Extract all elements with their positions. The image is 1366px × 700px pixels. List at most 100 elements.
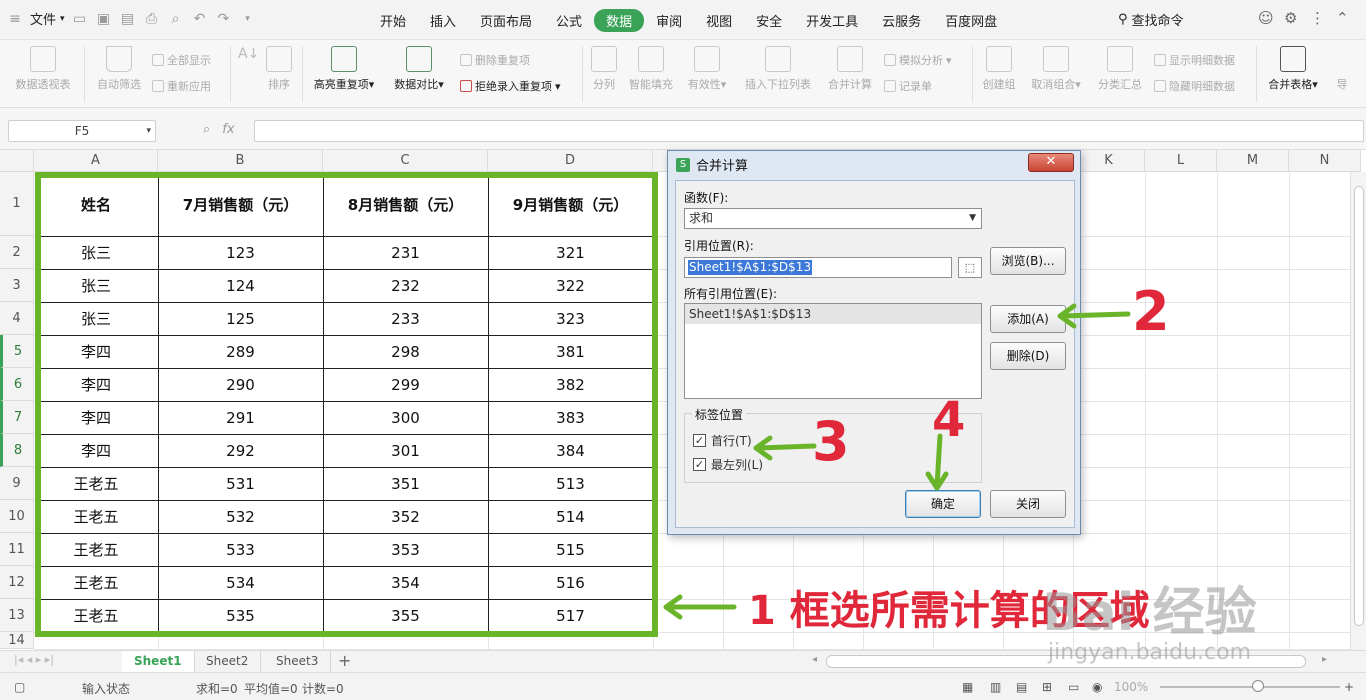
- scroll-right-icon[interactable]: ▸: [1322, 654, 1327, 665]
- range-picker-button[interactable]: ⬚: [958, 257, 982, 278]
- delete-button[interactable]: 删除(D): [990, 342, 1066, 370]
- zoom-slider[interactable]: [1160, 686, 1340, 688]
- tab-view[interactable]: 视图: [694, 9, 744, 32]
- tab-insert[interactable]: 插入: [418, 9, 468, 32]
- sort-ascending-button[interactable]: A↓: [238, 46, 259, 62]
- close-button[interactable]: 关闭: [990, 490, 1066, 518]
- reading-view-icon[interactable]: ▥: [990, 680, 1001, 694]
- tab-review[interactable]: 审阅: [644, 9, 694, 32]
- select-all-corner[interactable]: [0, 150, 34, 172]
- data-compare-button[interactable]: 数据对比▾: [388, 46, 450, 92]
- pdf-icon[interactable]: ▤: [119, 10, 137, 28]
- column-header-n[interactable]: N: [1289, 150, 1361, 172]
- tab-baidu-disk[interactable]: 百度网盘: [933, 9, 1009, 32]
- zoom-slider-knob[interactable]: [1252, 680, 1264, 692]
- show-all-button[interactable]: 全部显示: [152, 52, 211, 68]
- fullscreen-icon[interactable]: ▭: [1068, 680, 1079, 694]
- collapse-icon[interactable]: ⌃: [1336, 9, 1349, 27]
- record-button[interactable]: 记录单: [884, 78, 932, 94]
- tab-security[interactable]: 安全: [744, 9, 794, 32]
- column-header-c[interactable]: C: [323, 150, 488, 172]
- zoom-icon[interactable]: ⌕: [203, 122, 210, 137]
- open-folder-icon[interactable]: ▭: [71, 10, 89, 28]
- hide-detail-button[interactable]: 隐藏明细数据: [1154, 78, 1235, 94]
- row-header-10[interactable]: 10: [0, 500, 34, 533]
- smart-fill-button[interactable]: 智能填充: [626, 46, 676, 92]
- browse-button[interactable]: 浏览(B)...: [990, 247, 1066, 275]
- freeze-icon[interactable]: ⊞: [1042, 680, 1052, 694]
- row-header-6[interactable]: 6: [0, 368, 34, 401]
- highlight-duplicates-button[interactable]: 高亮重复项▾: [308, 46, 380, 92]
- column-header-k[interactable]: K: [1073, 150, 1145, 172]
- redo-icon[interactable]: ↷: [215, 10, 233, 28]
- menu-icon[interactable]: ≡: [6, 10, 24, 28]
- row-header-7[interactable]: 7: [0, 401, 34, 434]
- sort-button[interactable]: 排序: [262, 46, 296, 92]
- reference-input[interactable]: Sheet1!$A$1:$D$13: [684, 257, 952, 278]
- autofilter-button[interactable]: 自动筛选: [92, 46, 146, 92]
- column-header-b[interactable]: B: [158, 150, 323, 172]
- pivot-table-button[interactable]: 数据透视表: [10, 46, 76, 92]
- row-header-3[interactable]: 3: [0, 269, 34, 302]
- tab-cloud[interactable]: 云服务: [870, 9, 933, 32]
- command-search[interactable]: ⚲ 查找命令: [1118, 10, 1184, 29]
- column-header-m[interactable]: M: [1217, 150, 1289, 172]
- simulate-button[interactable]: 模拟分析 ▾: [884, 52, 952, 68]
- consolidate-button[interactable]: 合并计算: [824, 46, 876, 92]
- row-header-1[interactable]: 1: [0, 172, 34, 236]
- list-item[interactable]: Sheet1!$A$1:$D$13: [685, 304, 981, 324]
- vertical-scrollbar[interactable]: [1350, 172, 1366, 650]
- zoom-level[interactable]: 100%: [1114, 680, 1148, 694]
- remove-duplicates-button[interactable]: 删除重复项: [460, 52, 530, 68]
- row-header-8[interactable]: 8: [0, 434, 34, 467]
- show-detail-button[interactable]: 显示明细数据: [1154, 52, 1235, 68]
- tab-page-layout[interactable]: 页面布局: [468, 9, 544, 32]
- merge-table-button[interactable]: 合并表格▾: [1262, 46, 1324, 92]
- print-preview-icon[interactable]: ⌕: [167, 10, 185, 28]
- normal-view-icon[interactable]: ▦: [962, 680, 973, 694]
- row-header-11[interactable]: 11: [0, 533, 34, 566]
- reject-duplicates-button[interactable]: 拒绝录入重复项 ▾: [460, 78, 561, 94]
- add-sheet-icon[interactable]: +: [338, 651, 351, 670]
- row-header-5[interactable]: 5: [0, 335, 34, 368]
- sheet-tab-1[interactable]: Sheet1: [122, 651, 195, 672]
- reapply-button[interactable]: 重新应用: [152, 78, 211, 94]
- row-header-9[interactable]: 9: [0, 467, 34, 500]
- file-menu[interactable]: 文件 ▾: [30, 9, 65, 28]
- validity-button[interactable]: 有效性▾: [684, 46, 730, 92]
- export-button[interactable]: 导: [1332, 46, 1352, 92]
- name-box[interactable]: F5 ▾: [8, 120, 156, 142]
- ok-button[interactable]: 确定: [905, 490, 981, 518]
- undo-icon[interactable]: ↶: [191, 10, 209, 28]
- tab-developer[interactable]: 开发工具: [794, 9, 870, 32]
- tab-data[interactable]: 数据: [594, 9, 645, 32]
- column-header-l[interactable]: L: [1145, 150, 1217, 172]
- column-header-d[interactable]: D: [488, 150, 653, 172]
- more-icon[interactable]: ⋮: [1310, 9, 1325, 27]
- sheet-tab-3[interactable]: Sheet3: [264, 651, 332, 672]
- row-header-2[interactable]: 2: [0, 236, 34, 269]
- eye-icon[interactable]: ◉: [1092, 680, 1102, 694]
- sheet-nav-icon[interactable]: |◂ ◂ ▸ ▸|: [14, 653, 54, 666]
- dialog-close-button[interactable]: ✕: [1028, 153, 1074, 172]
- gear-icon[interactable]: ⚙: [1284, 9, 1297, 27]
- ungroup-button[interactable]: 取消组合▾: [1026, 46, 1086, 92]
- sheet-tab-2[interactable]: Sheet2: [194, 651, 262, 672]
- create-group-button[interactable]: 创建组: [978, 46, 1020, 92]
- tab-formula[interactable]: 公式: [544, 9, 594, 32]
- split-column-button[interactable]: 分列: [588, 46, 620, 92]
- insert-dropdown-button[interactable]: 插入下拉列表: [740, 46, 816, 92]
- scroll-thumb[interactable]: [1354, 186, 1364, 626]
- first-row-checkbox[interactable]: ✓ 首行(T): [693, 432, 752, 449]
- function-select[interactable]: 求和 ▼: [684, 208, 982, 229]
- row-header-13[interactable]: 13: [0, 599, 34, 632]
- subtotal-button[interactable]: 分类汇总: [1094, 46, 1146, 92]
- print-icon[interactable]: ⎙: [143, 10, 161, 28]
- all-references-list[interactable]: Sheet1!$A$1:$D$13: [684, 303, 982, 399]
- formula-input[interactable]: [254, 120, 1364, 142]
- row-header-12[interactable]: 12: [0, 566, 34, 599]
- scroll-left-icon[interactable]: ◂: [812, 654, 817, 665]
- tab-start[interactable]: 开始: [368, 9, 418, 32]
- row-header-4[interactable]: 4: [0, 302, 34, 335]
- zoom-in-icon[interactable]: +: [1344, 680, 1354, 694]
